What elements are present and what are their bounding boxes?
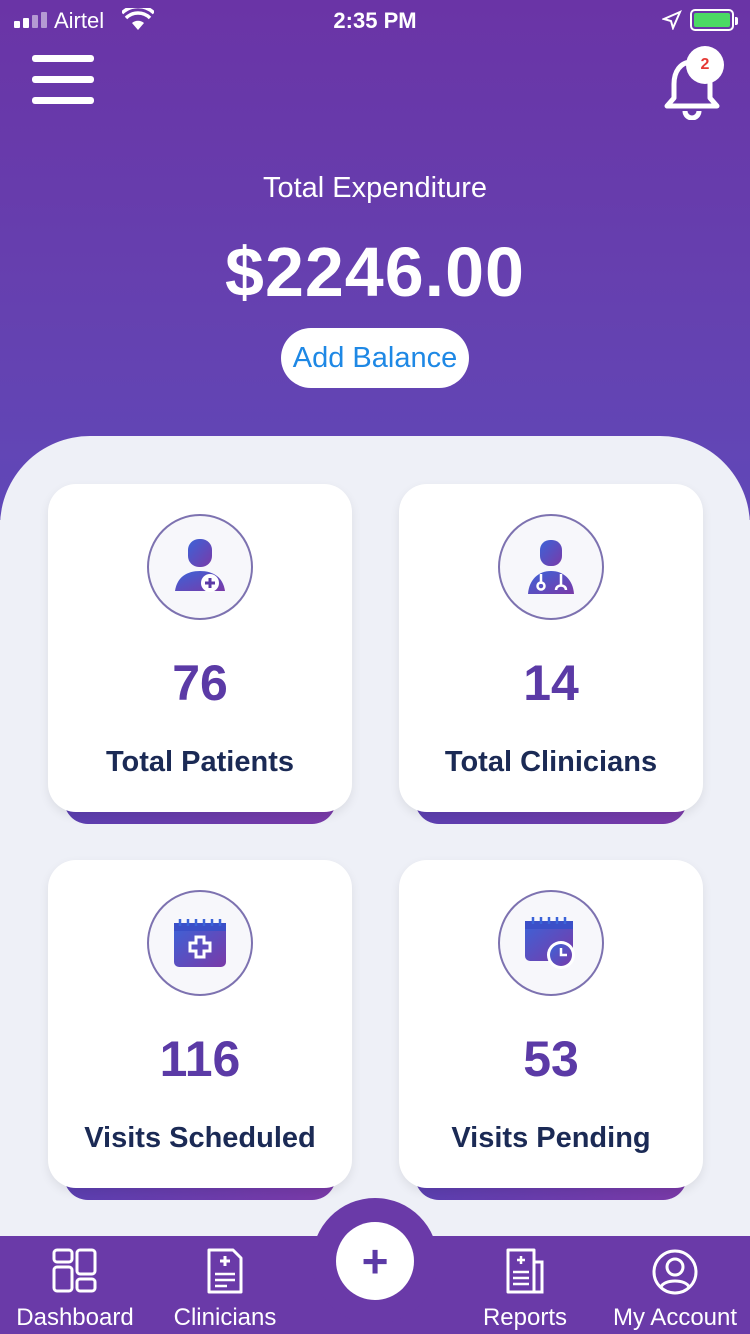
tab-my-account[interactable]: My Account xyxy=(600,1236,750,1334)
tab-label: Reports xyxy=(482,1304,568,1331)
menu-line xyxy=(32,76,94,83)
add-balance-button[interactable]: Add Balance xyxy=(281,328,469,388)
tab-reports[interactable]: Reports xyxy=(450,1236,600,1334)
notification-badge: 2 xyxy=(686,46,724,84)
tab-label: Dashboard xyxy=(16,1304,134,1331)
battery-icon xyxy=(690,9,738,31)
tab-label: My Account xyxy=(612,1304,738,1331)
location-arrow-icon xyxy=(662,10,682,30)
expenditure-label: Total Expenditure xyxy=(262,172,488,204)
clinicians-document-icon xyxy=(207,1248,243,1294)
stat-card-clinicians[interactable]: 14 Total Clinicians xyxy=(399,484,703,824)
stat-value: 53 xyxy=(523,1031,579,1087)
stat-value: 116 xyxy=(159,1031,241,1087)
expenditure-amount: $2246.00 xyxy=(225,233,525,311)
menu-button[interactable] xyxy=(32,55,94,105)
stat-label: Visits Pending xyxy=(451,1122,651,1154)
menu-line xyxy=(32,97,94,104)
stat-card-patients[interactable]: 76 Total Patients xyxy=(48,484,352,824)
account-icon xyxy=(652,1249,698,1295)
stat-label: Total Patients xyxy=(106,746,294,778)
calendar-plus-icon xyxy=(147,890,253,996)
add-button[interactable]: + xyxy=(336,1222,414,1300)
status-time: 2:35 PM xyxy=(333,8,417,33)
stat-value: 76 xyxy=(172,655,228,711)
stat-card-visits-pending[interactable]: 53 Visits Pending xyxy=(399,860,703,1200)
patient-icon xyxy=(147,514,253,620)
stat-value: 14 xyxy=(523,655,579,711)
stat-card-visits-scheduled[interactable]: 116 Visits Scheduled xyxy=(48,860,352,1200)
notifications-button[interactable]: 2 xyxy=(660,46,730,120)
calendar-clock-icon xyxy=(498,890,604,996)
doctor-icon xyxy=(498,514,604,620)
tab-clinicians[interactable]: Clinicians xyxy=(150,1236,300,1334)
status-bar: Airtel 2:35 PM xyxy=(0,0,750,40)
stat-label: Total Clinicians xyxy=(444,746,658,778)
tab-dashboard[interactable]: Dashboard xyxy=(0,1236,150,1334)
menu-line xyxy=(32,55,94,62)
reports-icon xyxy=(506,1248,544,1294)
stat-label: Visits Scheduled xyxy=(84,1122,316,1154)
dashboard-icon xyxy=(52,1248,97,1293)
tab-label: Clinicians xyxy=(173,1304,277,1331)
